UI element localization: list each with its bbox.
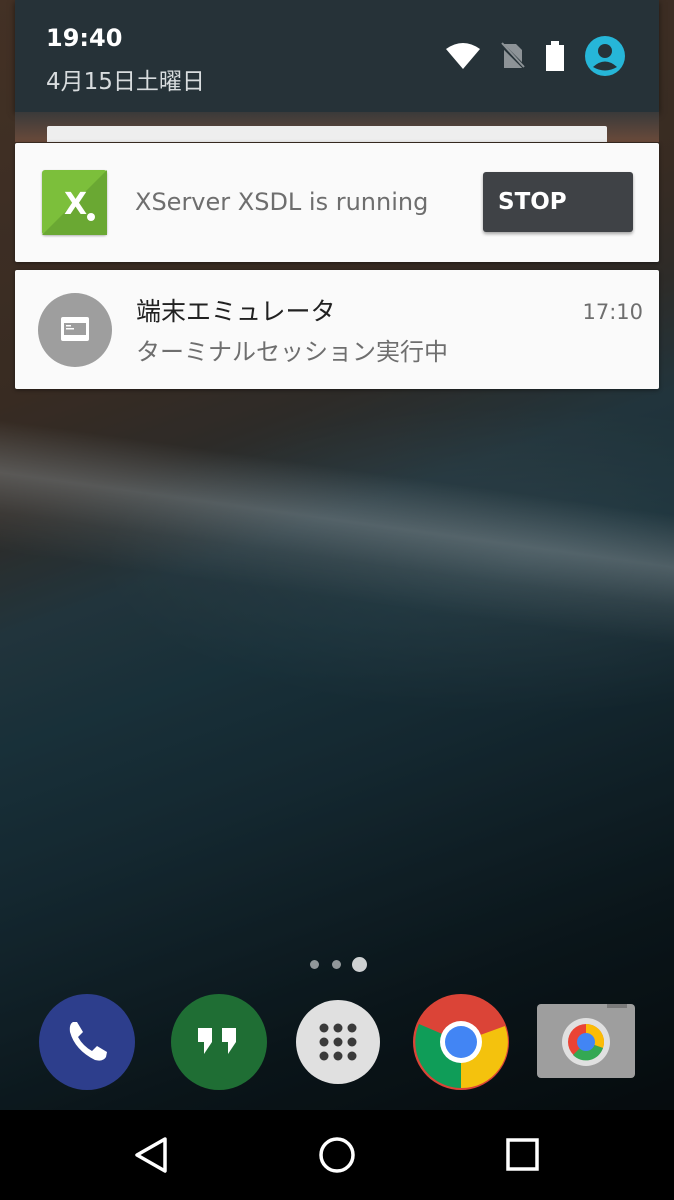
- page-dot: [310, 960, 319, 969]
- page-indicator: [308, 956, 368, 972]
- back-icon[interactable]: [131, 1136, 171, 1178]
- behind-content-peek: [15, 112, 659, 142]
- xserver-notification-text: XServer XSDL is running: [135, 188, 429, 216]
- page-dot: [332, 960, 341, 969]
- camera-icon[interactable]: [537, 998, 635, 1078]
- search-bar-peek: [47, 126, 607, 142]
- phone-icon[interactable]: [39, 994, 135, 1090]
- terminal-notification-time: 17:10: [582, 300, 643, 324]
- page-dot-active: [352, 957, 367, 972]
- xserver-icon-letter: X: [64, 187, 87, 222]
- stop-button[interactable]: STOP: [483, 172, 633, 232]
- terminal-notification[interactable]: 端末エミュレータ 17:10 ターミナルセッション実行中: [15, 270, 659, 389]
- date-label: 4月15日土曜日: [46, 69, 205, 95]
- terminal-notification-text: ターミナルセッション実行中: [136, 338, 448, 366]
- battery-icon[interactable]: [545, 41, 565, 71]
- no-sim-icon[interactable]: [501, 42, 525, 70]
- terminal-notification-title: 端末エミュレータ: [136, 297, 336, 326]
- status-icons: [445, 36, 625, 76]
- terminal-icon: [61, 317, 89, 341]
- chrome-icon[interactable]: [413, 994, 509, 1090]
- navigation-bar: [0, 1110, 674, 1200]
- clock-time: 19:40: [46, 24, 123, 52]
- xserver-app-icon: X: [42, 170, 107, 235]
- notification-shade-header[interactable]: 19:40 4月15日土曜日: [15, 0, 659, 112]
- account-icon[interactable]: [585, 36, 625, 76]
- app-drawer-icon[interactable]: [296, 1000, 380, 1084]
- terminal-app-icon: [38, 293, 112, 367]
- wifi-icon[interactable]: [445, 42, 481, 70]
- hangouts-icon[interactable]: [171, 994, 267, 1090]
- recents-icon[interactable]: [505, 1137, 541, 1177]
- xserver-notification[interactable]: X XServer XSDL is running STOP: [15, 143, 659, 262]
- x-logo-icon: X: [42, 170, 107, 235]
- home-icon[interactable]: [318, 1136, 356, 1178]
